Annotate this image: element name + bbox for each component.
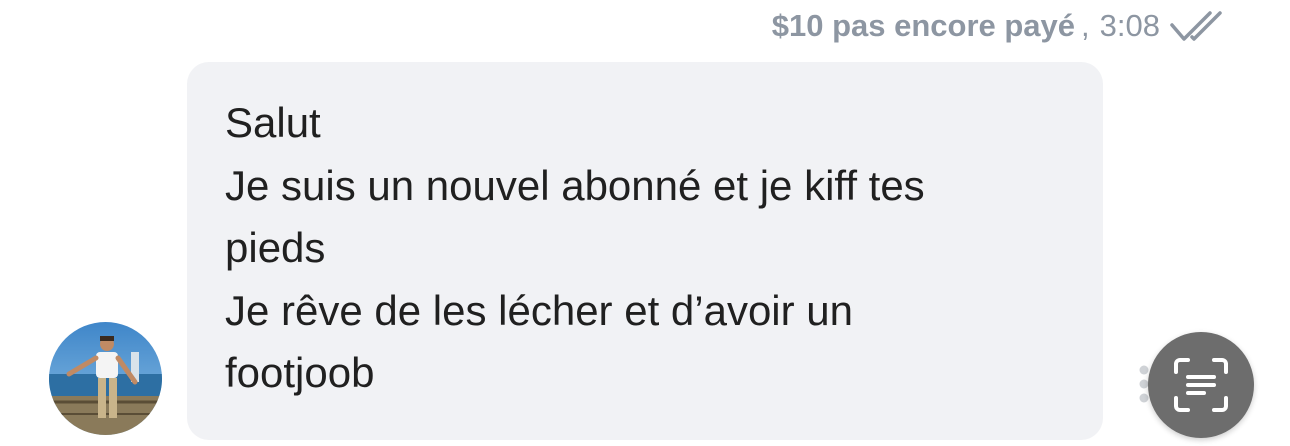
meta-separator: , <box>1081 8 1090 43</box>
message-bubble[interactable]: Salut Je suis un nouvel abonné et je kif… <box>187 62 1103 440</box>
message-meta: $10 pas encore payé , 3:08 <box>772 4 1230 48</box>
message-line: Je suis un nouvel abonné et je kiff tes <box>225 161 925 209</box>
message-line: Salut <box>225 99 321 146</box>
sender-avatar[interactable] <box>49 322 162 435</box>
message-line: Je rêve de les lécher et d’avoir un <box>225 286 854 334</box>
message-line: pieds <box>225 224 326 271</box>
chat-screen: $10 pas encore payé , 3:08 Salut Je suis… <box>0 0 1290 446</box>
double-check-icon <box>1170 9 1230 43</box>
message-time: 3:08 <box>1099 8 1160 43</box>
scan-text-button[interactable] <box>1148 332 1254 438</box>
text-scan-icon <box>1174 358 1228 412</box>
message-line: footjoob <box>225 349 375 396</box>
profile-photo <box>49 322 162 435</box>
price-status[interactable]: $10 pas encore payé <box>772 8 1075 44</box>
